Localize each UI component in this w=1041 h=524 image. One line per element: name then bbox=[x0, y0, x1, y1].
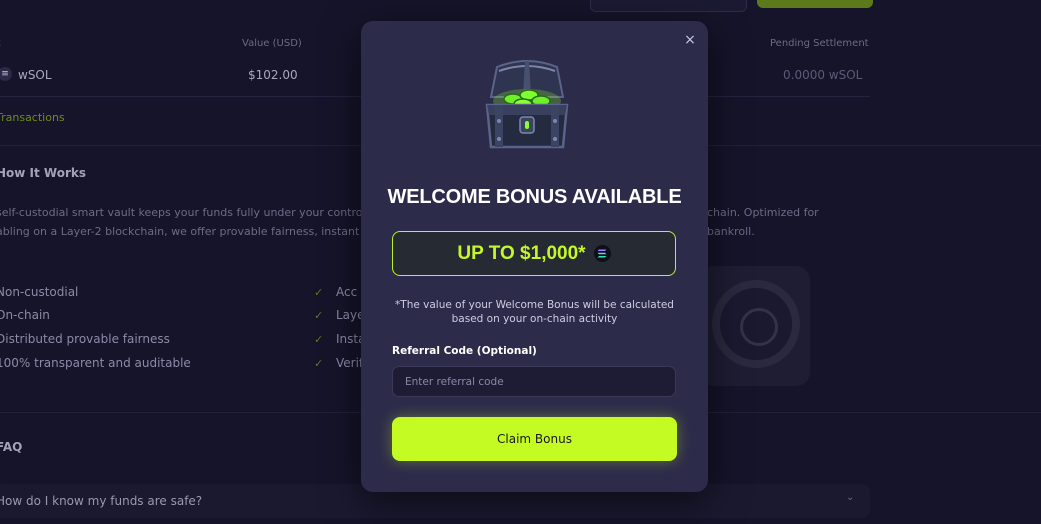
table-header-asset: sset bbox=[0, 38, 1, 49]
bonus-note: *The value of your Welcome Bonus will be… bbox=[395, 299, 674, 325]
check-icon: ✓ bbox=[314, 333, 324, 346]
referral-code-input[interactable] bbox=[392, 366, 676, 397]
table-cell-pending: 0.0000 wSOL bbox=[783, 68, 863, 82]
vault-illustration bbox=[700, 266, 810, 386]
solana-icon bbox=[593, 245, 611, 262]
transactions-link[interactable]: Transactions bbox=[0, 111, 65, 124]
faq-question[interactable]: How do I know my funds are safe? bbox=[0, 494, 202, 508]
how-it-works-text: self-custodial smart vault keeps your fu… bbox=[0, 206, 363, 219]
modal-title: WELCOME BONUS AVAILABLE bbox=[387, 186, 682, 208]
faq-heading: FAQ bbox=[0, 440, 23, 454]
bonus-banner: UP TO $1,000* bbox=[392, 231, 676, 276]
how-it-works-text: bankroll. bbox=[707, 225, 755, 238]
feature-item: On-chain bbox=[0, 308, 50, 322]
chevron-down-icon[interactable]: ⌄ bbox=[846, 492, 854, 503]
table-cell-value: $102.00 bbox=[248, 68, 298, 82]
welcome-bonus-modal: × WELCOME BONUS AVAILABLE UP TO $1,000* bbox=[361, 21, 708, 492]
feature-item: Non-custodial bbox=[0, 285, 79, 299]
top-button[interactable] bbox=[757, 0, 873, 8]
treasure-chest-icon bbox=[485, 60, 569, 149]
check-icon: ✓ bbox=[314, 357, 324, 370]
how-it-works-text: abling on a Layer-2 blockchain, we offer… bbox=[0, 225, 370, 238]
check-icon: ✓ bbox=[314, 286, 324, 299]
feature-item: 100% transparent and auditable bbox=[0, 356, 191, 370]
how-it-works-heading: How It Works bbox=[0, 166, 87, 180]
table-header-pending: Pending Settlement bbox=[770, 38, 869, 49]
bonus-amount: UP TO $1,000* bbox=[457, 242, 586, 264]
solana-icon: ≡ bbox=[0, 67, 12, 81]
check-icon: ✓ bbox=[314, 309, 324, 322]
feature-item: Verif bbox=[336, 356, 364, 370]
close-icon[interactable]: × bbox=[682, 30, 698, 50]
referral-code-label: Referral Code (Optional) bbox=[392, 345, 537, 357]
table-header-value: Value (USD) bbox=[242, 38, 302, 49]
top-input[interactable] bbox=[590, 0, 747, 12]
feature-item: Distributed provable fairness bbox=[0, 332, 170, 346]
how-it-works-text: chain. Optimized for bbox=[707, 206, 819, 219]
table-cell-asset: wSOL bbox=[18, 68, 52, 82]
feature-item: Acc bbox=[336, 285, 358, 299]
claim-bonus-button[interactable]: Claim Bonus bbox=[392, 417, 677, 461]
